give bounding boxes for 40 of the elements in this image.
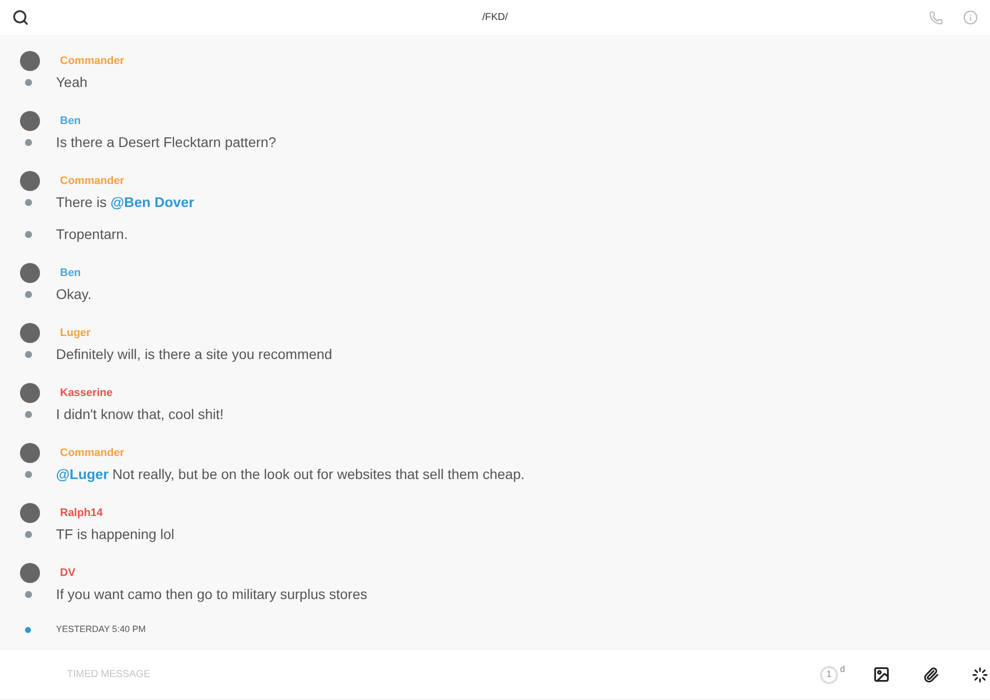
avatar[interactable]	[20, 263, 40, 283]
timer-button[interactable]: 1 d	[820, 666, 845, 684]
timer-unit: d	[840, 662, 845, 676]
avatar[interactable]	[20, 443, 40, 463]
date-divider: YESTERDAY 5:40 PM	[56, 623, 146, 636]
message-text: TF is happening lol	[56, 525, 174, 544]
author-name[interactable]: Commander	[60, 52, 124, 70]
avatar[interactable]	[20, 323, 40, 343]
message-input[interactable]: TIMED MESSAGE	[67, 667, 820, 682]
author-name[interactable]: DV	[60, 564, 76, 582]
avatar[interactable]	[20, 563, 40, 583]
message-text: Is there a Desert Flecktarn pattern?	[56, 133, 276, 152]
paperclip-icon[interactable]	[923, 666, 939, 682]
loading-icon[interactable]	[972, 666, 988, 682]
author-name[interactable]: Kasserine	[60, 384, 113, 402]
timer-count: 1	[820, 666, 838, 684]
avatar[interactable]	[20, 171, 40, 191]
message-text: Yeah	[56, 73, 88, 92]
author-name[interactable]: Luger	[60, 324, 91, 342]
avatar[interactable]	[20, 111, 40, 131]
author-name[interactable]: Commander	[60, 444, 124, 462]
avatar[interactable]	[20, 51, 40, 71]
message-text: I didn't know that, cool shit!	[56, 405, 224, 424]
message-text: Definitely will, is there a site you recommend	[56, 345, 332, 364]
author-name[interactable]: Commander	[60, 172, 124, 190]
avatar[interactable]	[20, 383, 40, 403]
message-text: Tropentarn.	[56, 225, 128, 244]
image-icon[interactable]	[873, 666, 890, 683]
search-icon[interactable]	[12, 9, 29, 26]
message-text: @Luger Not really, but be on the look out for websites that sell them cheap.	[56, 465, 525, 484]
avatar[interactable]	[20, 503, 40, 523]
message-text: If you want camo then go to military surplus stores	[56, 585, 368, 604]
channel-title: /FKD/	[482, 11, 508, 25]
mention-link[interactable]: @Luger	[56, 466, 109, 482]
author-name[interactable]: Ralph14	[60, 504, 103, 522]
mention-link[interactable]: @Ben Dover	[110, 194, 194, 210]
message-text: There is @Ben Dover	[56, 193, 194, 212]
message-text: Okay.	[56, 285, 92, 304]
author-name[interactable]: Ben	[60, 112, 81, 130]
author-name[interactable]: Ben	[60, 264, 81, 282]
